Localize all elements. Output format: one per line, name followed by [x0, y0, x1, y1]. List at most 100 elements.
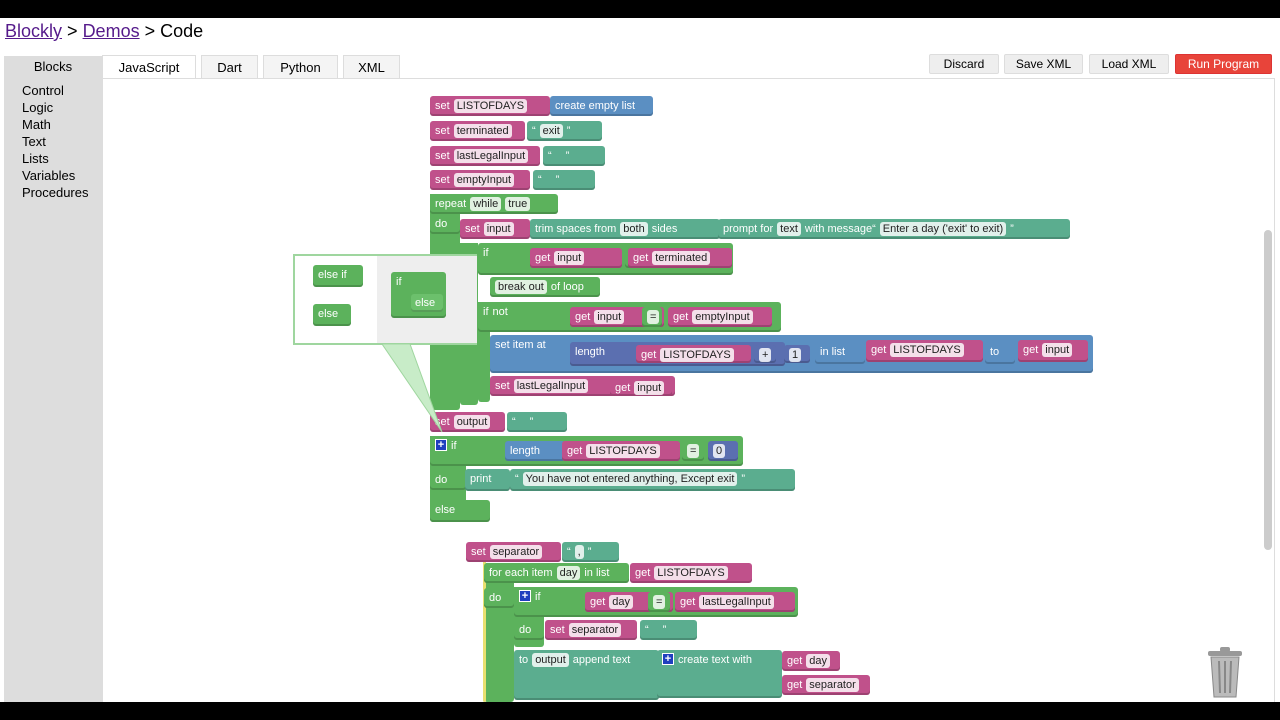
- block-variables[interactable]: set separator: [545, 620, 637, 640]
- block-loops[interactable]: =: [642, 307, 662, 327]
- block-field[interactable]: day: [609, 595, 634, 609]
- block-field[interactable]: =: [687, 444, 700, 458]
- block-field[interactable]: LISTOFDAYS: [890, 343, 964, 357]
- block-text[interactable]: “ ”: [507, 412, 567, 432]
- block-field[interactable]: =: [653, 595, 666, 609]
- category-lists[interactable]: Lists: [22, 151, 49, 166]
- trash-can-icon[interactable]: [1205, 645, 1245, 699]
- load-xml-button[interactable]: Load XML: [1089, 54, 1169, 74]
- block-field[interactable]: LISTOFDAYS: [654, 566, 728, 580]
- block-loops[interactable]: for each item day in list: [484, 563, 629, 583]
- block-loops[interactable]: do: [514, 620, 544, 640]
- block-lists[interactable]: in list: [815, 342, 865, 364]
- tab-xml[interactable]: XML: [343, 55, 400, 79]
- block-field[interactable]: terminated: [453, 124, 512, 138]
- block-variables[interactable]: get input: [1018, 340, 1088, 362]
- block-field[interactable]: separator: [489, 545, 543, 559]
- run-program-button[interactable]: Run Program: [1175, 54, 1272, 74]
- block-field[interactable]: text: [777, 222, 801, 236]
- block-variables[interactable]: get LISTOFDAYS: [630, 563, 752, 583]
- block-variables[interactable]: get LISTOFDAYS: [636, 345, 751, 363]
- block-variables[interactable]: set emptyInput: [430, 170, 530, 190]
- block-field[interactable]: lastLegalInput: [453, 149, 529, 163]
- save-xml-button[interactable]: Save XML: [1004, 54, 1083, 74]
- category-control[interactable]: Control: [22, 83, 64, 98]
- plus-icon[interactable]: +: [662, 653, 674, 665]
- block-text[interactable]: trim spaces from both sides: [530, 219, 720, 239]
- block-field[interactable]: 1: [789, 348, 802, 362]
- block-text[interactable]: “ ”: [533, 170, 595, 190]
- block-field[interactable]: emptyInput: [692, 310, 753, 324]
- block-field[interactable]: lastLegalInput: [699, 595, 774, 609]
- block-field[interactable]: break out: [495, 280, 547, 294]
- plus-icon[interactable]: +: [519, 590, 531, 602]
- block-loops[interactable]: do: [430, 214, 460, 234]
- block-variables[interactable]: get day: [782, 651, 840, 671]
- plus-icon[interactable]: +: [435, 439, 447, 451]
- block-variables[interactable]: get LISTOFDAYS: [866, 340, 983, 362]
- block-loops[interactable]: break out of loop: [490, 277, 600, 297]
- block-field[interactable]: +: [759, 348, 772, 362]
- block-field[interactable]: You have not entered anything, Except ex…: [522, 472, 738, 486]
- block-variables[interactable]: set input: [460, 219, 530, 239]
- tab-python[interactable]: Python: [263, 55, 338, 79]
- block-text[interactable]: + create text with: [657, 650, 782, 698]
- block-field[interactable]: =: [647, 310, 660, 324]
- block-field[interactable]: input: [483, 222, 514, 236]
- block-variables[interactable]: set separator: [466, 542, 561, 562]
- block-variables[interactable]: set terminated: [430, 121, 525, 141]
- block-field[interactable]: while: [470, 197, 502, 211]
- block-variables[interactable]: set lastLegalInput: [430, 146, 540, 166]
- block-variables[interactable]: get lastLegalInput: [675, 592, 795, 612]
- block-text[interactable]: “exit”: [527, 121, 602, 141]
- block-lists[interactable]: to: [985, 342, 1015, 364]
- breadcrumb-demos[interactable]: Demos: [83, 21, 140, 41]
- block-variables[interactable]: get LISTOFDAYS: [562, 441, 680, 461]
- tab-javascript[interactable]: JavaScript: [102, 55, 196, 79]
- category-variables[interactable]: Variables: [22, 168, 75, 183]
- block-math[interactable]: +: [754, 345, 776, 363]
- block-field[interactable]: input: [634, 381, 665, 395]
- block-field[interactable]: LISTOFDAYS: [586, 444, 660, 458]
- discard-button[interactable]: Discard: [929, 54, 999, 74]
- block-text[interactable]: “ ”: [543, 146, 605, 166]
- block-field[interactable]: both: [620, 222, 648, 236]
- block-variables[interactable]: set LISTOFDAYS: [430, 96, 550, 116]
- block-field[interactable]: day: [556, 566, 581, 580]
- block-variables[interactable]: get input: [530, 248, 622, 268]
- block-field[interactable]: input: [594, 310, 625, 324]
- block-field[interactable]: true: [505, 197, 531, 211]
- block-text[interactable]: to output append text: [514, 650, 659, 700]
- block-variables[interactable]: get input: [610, 378, 672, 396]
- block-math[interactable]: 1: [784, 345, 810, 363]
- block-math[interactable]: 0: [708, 441, 738, 461]
- tab-dart[interactable]: Dart: [201, 55, 258, 79]
- category-procedures[interactable]: Procedures: [22, 185, 88, 200]
- block-field[interactable]: input: [1042, 343, 1073, 357]
- mutator-if-else-slot[interactable]: else: [411, 294, 443, 312]
- breadcrumb-blockly[interactable]: Blockly: [5, 21, 62, 41]
- block-field[interactable]: emptyInput: [453, 173, 515, 187]
- block-field[interactable]: terminated: [652, 251, 711, 265]
- block-field[interactable]: separator: [568, 623, 622, 637]
- block-field[interactable]: input: [554, 251, 585, 265]
- block-field[interactable]: ,: [574, 545, 584, 559]
- block-text[interactable]: “ ”: [640, 620, 697, 640]
- block-loops[interactable]: do: [430, 470, 466, 490]
- block-field[interactable]: lastLegalInput: [513, 379, 589, 393]
- block-field[interactable]: Enter a day ('exit' to exit): [879, 222, 1007, 236]
- mutator-else-block[interactable]: else: [313, 304, 351, 326]
- block-field[interactable]: day: [806, 654, 831, 668]
- block-variables[interactable]: get terminated: [628, 248, 732, 268]
- block-text[interactable]: prompt for text with message“ Enter a day (…: [718, 219, 1070, 239]
- block-text[interactable]: “You have not entered anything, Except e…: [510, 469, 795, 491]
- category-logic[interactable]: Logic: [22, 100, 53, 115]
- block-field[interactable]: exit: [539, 124, 563, 138]
- category-text[interactable]: Text: [22, 134, 46, 149]
- block-loops[interactable]: do: [484, 588, 514, 608]
- block-variables[interactable]: get emptyInput: [668, 307, 772, 327]
- block-text[interactable]: print: [465, 469, 510, 491]
- block-field[interactable]: separator: [806, 678, 859, 692]
- block-loops[interactable]: =: [648, 592, 670, 612]
- block-lists[interactable]: create empty list: [550, 96, 653, 116]
